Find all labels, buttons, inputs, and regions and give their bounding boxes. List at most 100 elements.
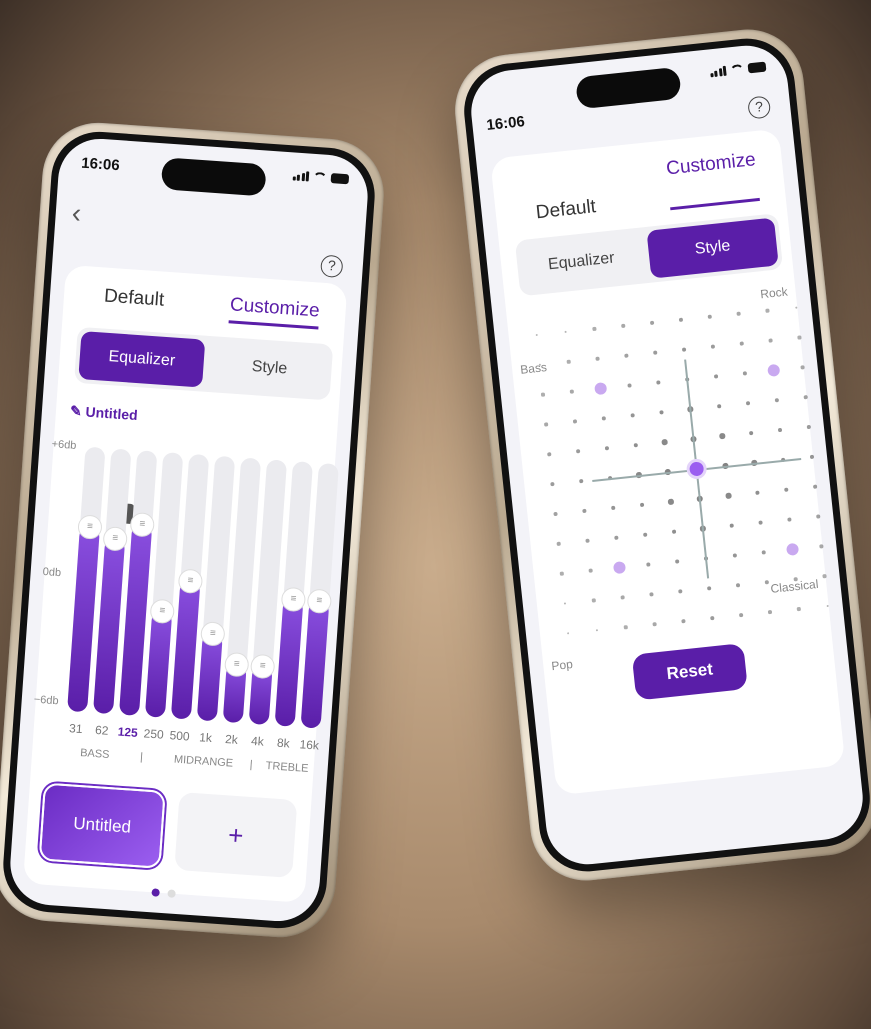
page-dot[interactable] [167,889,176,898]
preset-untitled-button[interactable]: Untitled [38,782,166,869]
help-icon[interactable]: ? [320,254,344,279]
grid-dot[interactable] [563,330,568,334]
grid-dot[interactable] [787,517,792,522]
reset-button[interactable]: Reset [631,643,748,701]
grid-dot[interactable] [738,612,744,618]
grid-dot[interactable] [841,481,847,486]
grid-dot[interactable] [595,628,599,632]
grid-dot[interactable] [560,571,564,576]
grid-dot[interactable] [550,481,555,487]
grid-dot[interactable] [851,571,855,575]
grid-dot[interactable] [777,427,783,433]
grid-dot[interactable] [592,327,597,331]
grid-dot[interactable] [620,595,625,600]
grid-dot[interactable] [768,338,773,343]
grid-dot[interactable] [783,487,789,493]
grid-dot[interactable] [633,442,639,448]
grid-dot[interactable] [621,323,626,328]
grid-dot[interactable] [793,577,798,582]
grid-dot[interactable] [678,317,684,323]
grid-dot[interactable] [652,350,658,356]
grid-dot[interactable] [716,403,722,409]
grid-dot[interactable] [855,601,858,605]
grid-dot[interactable] [826,604,830,608]
grid-dot[interactable] [674,558,680,565]
grid-dot[interactable] [745,400,751,406]
mode-style-button[interactable]: Style [646,217,779,279]
grid-dot[interactable] [566,631,570,635]
grid-dot[interactable] [812,484,818,490]
grid-dot[interactable] [575,448,581,454]
grid-dot[interactable] [630,412,636,418]
grid-dot[interactable] [822,574,827,578]
back-button[interactable]: ‹ [71,197,82,230]
grid-dot[interactable] [547,452,552,457]
grid-dot[interactable] [739,341,744,346]
grid-dot[interactable] [671,528,677,535]
grid-dot[interactable] [765,308,770,313]
grid-dot[interactable] [585,538,590,543]
grid-dot[interactable] [681,347,687,353]
help-icon[interactable]: ? [747,95,772,120]
grid-dot[interactable] [649,320,655,325]
tab-customize[interactable]: Customize [665,149,760,211]
grid-dot[interactable] [816,514,821,519]
grid-dot[interactable] [748,430,754,436]
grid-dot[interactable] [800,365,805,370]
grid-dot[interactable] [758,520,764,526]
grid-dot[interactable] [823,303,827,307]
grid-dot[interactable] [794,306,798,310]
grid-dot[interactable] [826,332,830,337]
grid-dot[interactable] [624,353,629,358]
grid-dot[interactable] [797,335,802,340]
grid-preset-dot[interactable] [785,542,800,556]
grid-dot[interactable] [556,541,561,546]
grid-dot[interactable] [563,601,567,606]
grid-dot[interactable] [761,550,767,555]
grid-dot[interactable] [754,490,761,496]
grid-dot[interactable] [732,552,738,558]
grid-dot[interactable] [661,439,668,446]
grid-dot[interactable] [742,371,748,376]
grid-dot[interactable] [706,585,712,591]
grid-dot[interactable] [848,541,852,546]
grid-dot[interactable] [655,379,661,386]
grid-dot[interactable] [725,492,732,499]
grid-dot[interactable] [806,424,812,430]
grid-dot[interactable] [803,395,808,400]
mode-equalizer-button[interactable]: Equalizer [515,227,648,296]
tab-default[interactable]: Default [535,196,597,224]
grid-dot[interactable] [610,505,616,511]
grid-dot[interactable] [624,625,628,629]
mode-equalizer-button[interactable]: Equalizer [78,331,206,388]
grid-dot[interactable] [601,416,607,421]
grid-dot[interactable] [709,615,715,621]
mode-style-button[interactable]: Style [206,336,334,401]
grid-dot[interactable] [642,532,648,538]
grid-dot[interactable] [736,311,741,316]
grid-dot[interactable] [588,568,593,573]
grid-dot[interactable] [845,511,850,516]
tab-default[interactable]: Default [103,286,165,319]
grid-dot[interactable] [774,397,780,403]
grid-dot[interactable] [719,433,726,440]
grid-dot[interactable] [677,589,683,594]
grid-preset-dot[interactable] [594,381,608,396]
grid-dot[interactable] [646,562,651,567]
grid-preset-dot[interactable] [612,560,627,575]
grid-preset-dot[interactable] [767,363,781,377]
grid-dot[interactable] [819,544,824,549]
grid-dot[interactable] [578,478,584,484]
grid-dot[interactable] [614,535,619,541]
grid-dot[interactable] [639,502,645,508]
grid-dot[interactable] [649,592,654,597]
page-dot-active[interactable] [151,888,160,897]
grid-dot[interactable] [658,409,665,416]
grid-selector-handle[interactable] [685,457,708,480]
grid-dot[interactable] [707,314,712,319]
grid-dot[interactable] [535,333,539,337]
grid-dot[interactable] [592,598,596,603]
grid-dot[interactable] [768,610,772,615]
grid-dot[interactable] [604,445,610,451]
grid-dot[interactable] [681,619,686,624]
